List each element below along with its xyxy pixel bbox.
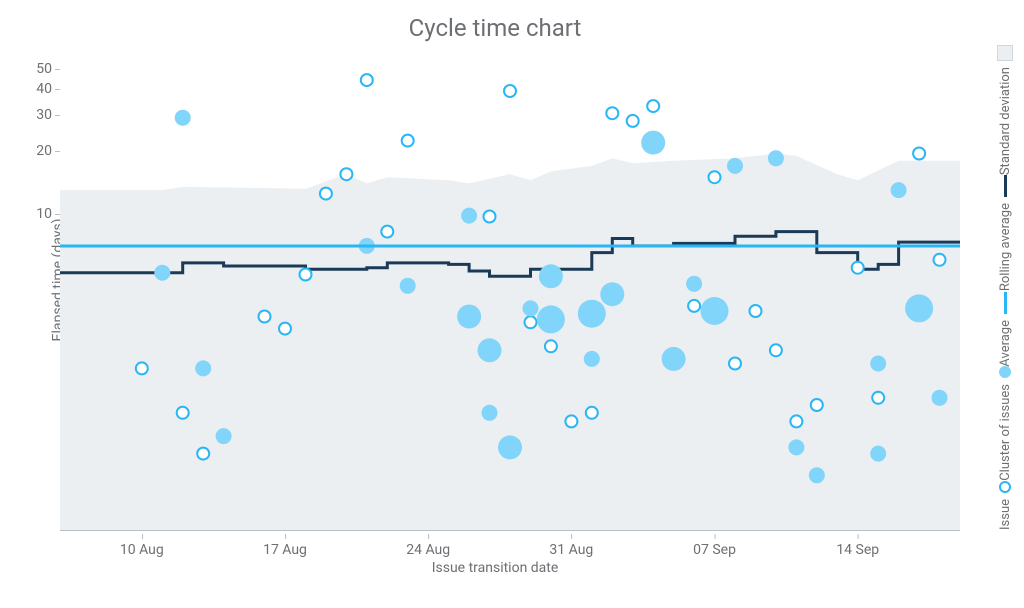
issue-point[interactable] xyxy=(320,188,332,200)
issue-point[interactable] xyxy=(463,308,475,320)
legend-entry-cluster: Cluster of issues xyxy=(998,366,1013,481)
issue-point[interactable] xyxy=(300,269,312,281)
issue-point[interactable] xyxy=(586,407,598,419)
issue-point[interactable] xyxy=(279,323,291,335)
issue-point[interactable] xyxy=(177,407,189,419)
y-tick: 20 xyxy=(20,143,52,159)
cluster-point[interactable] xyxy=(905,294,933,322)
data-points-layer xyxy=(60,60,960,530)
cluster-point[interactable] xyxy=(788,439,804,455)
cluster-point[interactable] xyxy=(891,182,907,198)
cluster-point[interactable] xyxy=(727,158,743,174)
issue-point[interactable] xyxy=(811,399,823,411)
issue-point[interactable] xyxy=(340,168,352,180)
chart-title: Cycle time chart xyxy=(0,14,990,42)
issue-point[interactable] xyxy=(709,171,721,183)
issue-point[interactable] xyxy=(484,211,496,223)
plot-area: Elapsed time (days) 1020304050 10 Aug17 … xyxy=(60,60,960,531)
issue-point[interactable] xyxy=(545,340,557,352)
cluster-point[interactable] xyxy=(216,428,232,444)
issue-point[interactable] xyxy=(565,415,577,427)
x-tick: 17 Aug xyxy=(263,542,307,558)
cluster-point[interactable] xyxy=(461,208,477,224)
issue-point[interactable] xyxy=(259,311,271,323)
issue-point[interactable] xyxy=(770,344,782,356)
cluster-point[interactable] xyxy=(809,467,825,483)
cluster-point[interactable] xyxy=(523,300,539,316)
issue-point[interactable] xyxy=(361,74,373,86)
stddev-icon xyxy=(997,45,1013,61)
issue-point[interactable] xyxy=(729,358,741,370)
y-tick: 40 xyxy=(20,81,52,97)
cluster-point[interactable] xyxy=(600,282,624,306)
cluster-point[interactable] xyxy=(175,110,191,126)
legend-entry-rolling: Rolling average xyxy=(998,175,1013,291)
cluster-point[interactable] xyxy=(400,278,416,294)
cluster-point[interactable] xyxy=(195,360,211,376)
issue-point[interactable] xyxy=(750,305,762,317)
cluster-point[interactable] xyxy=(478,338,502,362)
y-tick: 30 xyxy=(20,107,52,123)
legend-label: Average xyxy=(998,320,1013,367)
issue-point[interactable] xyxy=(136,362,148,374)
issue-point[interactable] xyxy=(525,316,537,328)
issue-point[interactable] xyxy=(688,300,700,312)
issue-icon xyxy=(999,481,1011,493)
legend-entry-average: Average xyxy=(998,292,1013,367)
legend-label: Standard deviation xyxy=(998,67,1013,175)
issue-point[interactable] xyxy=(402,135,414,147)
cluster-point[interactable] xyxy=(457,305,481,329)
cluster-point[interactable] xyxy=(870,446,886,462)
legend-label: Issue xyxy=(998,499,1013,530)
legend-label: Rolling average xyxy=(998,203,1013,291)
cluster-point[interactable] xyxy=(578,300,606,328)
cluster-point[interactable] xyxy=(870,356,886,372)
legend-entry-issue: Issue xyxy=(998,481,1013,530)
issue-point[interactable] xyxy=(627,115,639,127)
average-icon xyxy=(1004,292,1007,314)
issue-point[interactable] xyxy=(852,262,864,274)
issue-point[interactable] xyxy=(934,254,946,266)
y-tick: 50 xyxy=(20,61,52,77)
cluster-point[interactable] xyxy=(686,276,702,292)
cluster-point[interactable] xyxy=(701,297,729,325)
issue-point[interactable] xyxy=(647,100,659,112)
cluster-point[interactable] xyxy=(641,131,665,155)
legend-entry-stddev: Standard deviation xyxy=(997,45,1013,175)
cluster-point[interactable] xyxy=(932,390,948,406)
cluster-point[interactable] xyxy=(768,150,784,166)
issue-point[interactable] xyxy=(606,107,618,119)
cluster-point[interactable] xyxy=(537,305,565,333)
cluster-point[interactable] xyxy=(539,264,563,288)
x-axis-label: Issue transition date xyxy=(0,560,990,576)
legend-label: Cluster of issues xyxy=(998,384,1013,481)
issue-point[interactable] xyxy=(197,448,209,460)
issue-point[interactable] xyxy=(504,85,516,97)
legend: Issue Cluster of issues Average Rolling … xyxy=(990,60,1020,530)
x-tick: 24 Aug xyxy=(406,542,450,558)
issue-point[interactable] xyxy=(913,148,925,160)
cluster-point[interactable] xyxy=(584,351,600,367)
issue-point[interactable] xyxy=(381,226,393,238)
y-tick: 10 xyxy=(20,206,52,222)
cluster-point[interactable] xyxy=(498,435,522,459)
cluster-icon xyxy=(999,366,1011,378)
cluster-point[interactable] xyxy=(482,405,498,421)
x-tick: 10 Aug xyxy=(120,542,164,558)
cluster-point[interactable] xyxy=(662,347,686,371)
x-tick: 07 Sep xyxy=(693,542,736,558)
cluster-point[interactable] xyxy=(154,265,170,281)
issue-point[interactable] xyxy=(790,415,802,427)
average-line xyxy=(60,244,960,247)
x-tick: 14 Sep xyxy=(836,542,879,558)
x-tick: 31 Aug xyxy=(549,542,593,558)
issue-point[interactable] xyxy=(872,392,884,404)
rolling-icon xyxy=(1004,175,1007,197)
